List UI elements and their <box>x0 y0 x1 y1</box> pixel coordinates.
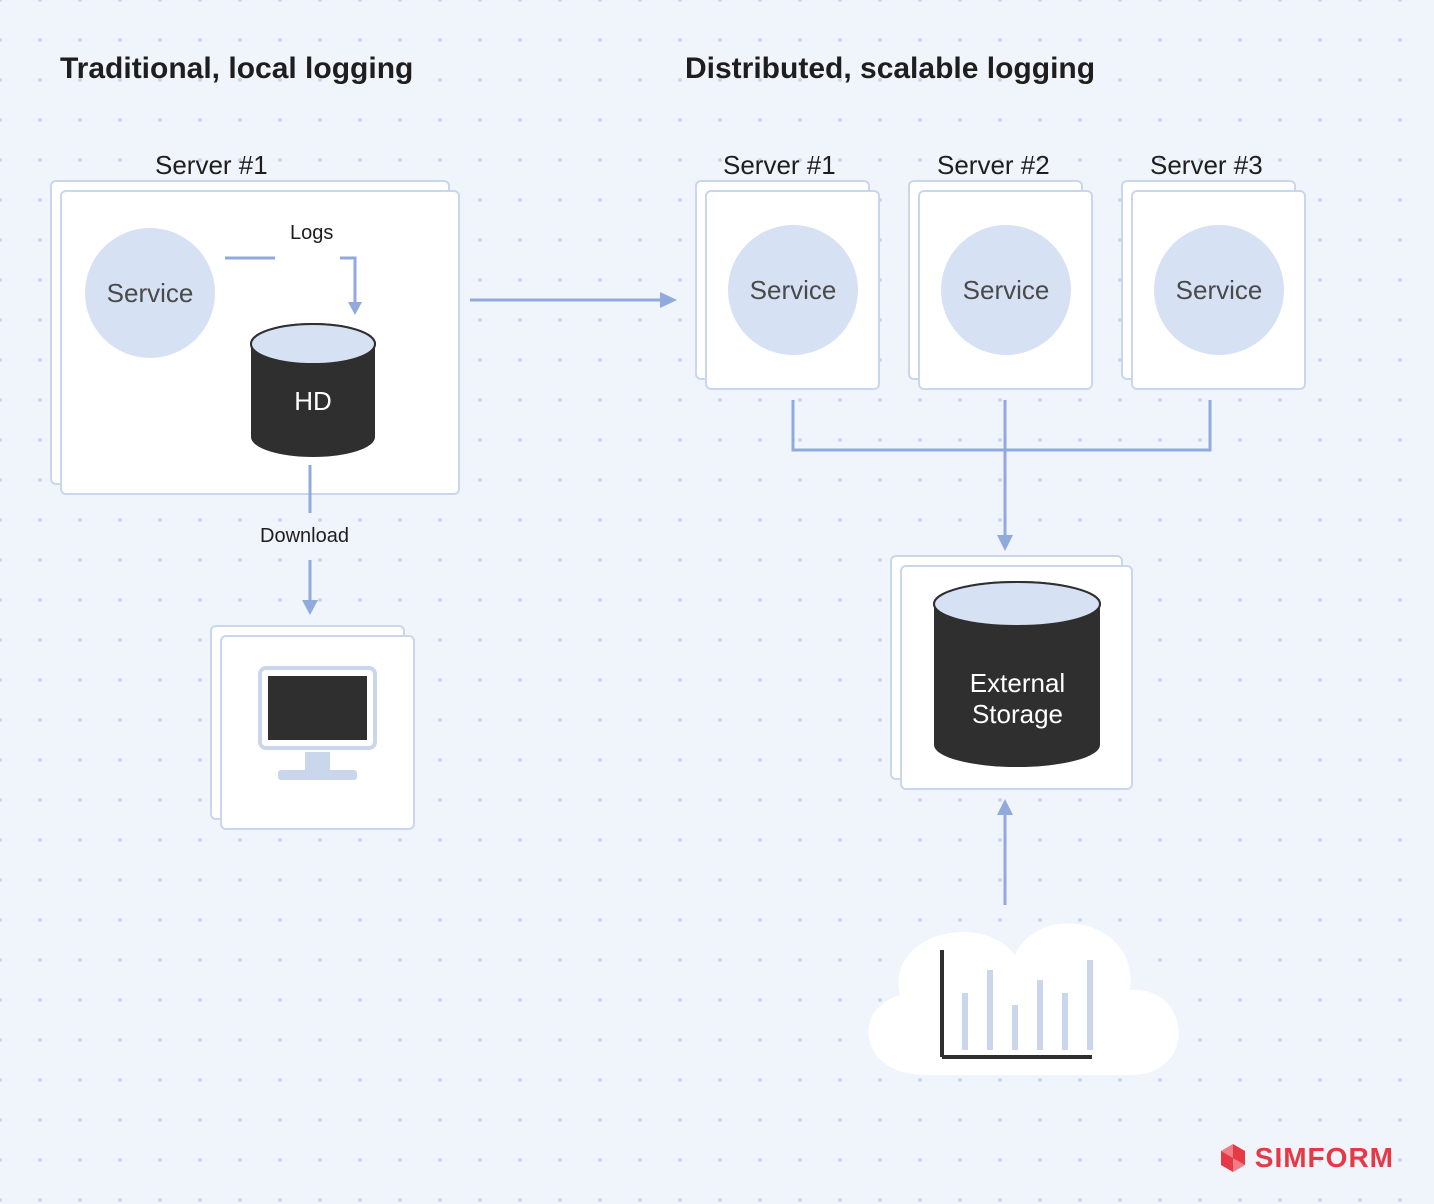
logs-arrow <box>215 230 375 340</box>
chart-icon <box>930 945 1100 1070</box>
service-circle-left: Service <box>85 228 215 358</box>
download-arrow <box>295 465 325 620</box>
server-label-2: Server #2 <box>937 150 1050 181</box>
server-label-3: Server #3 <box>1150 150 1263 181</box>
service-circle-1: Service <box>728 225 858 355</box>
brand-logo: SIMFORM <box>1217 1142 1394 1174</box>
diagram-canvas: Traditional, local logging Server #1 Ser… <box>0 0 1434 1204</box>
converge-arrow <box>750 395 1270 565</box>
hd-cylinder-icon: HD <box>248 322 378 462</box>
service-label-left: Service <box>107 278 194 309</box>
server-label-left: Server #1 <box>155 150 268 181</box>
heading-distributed: Distributed, scalable logging <box>685 52 1095 86</box>
external-storage-label: External Storage <box>930 668 1105 730</box>
heading-traditional: Traditional, local logging <box>60 52 413 86</box>
service-label-2: Service <box>963 275 1050 306</box>
server-label-1: Server #1 <box>723 150 836 181</box>
hd-label: HD <box>294 386 332 416</box>
transition-arrow <box>465 285 685 315</box>
simform-logo-icon <box>1217 1142 1249 1174</box>
service-circle-2: Service <box>941 225 1071 355</box>
brand-text: SIMFORM <box>1255 1142 1394 1174</box>
computer-icon <box>250 660 385 800</box>
service-label-1: Service <box>750 275 837 306</box>
service-circle-3: Service <box>1154 225 1284 355</box>
service-label-3: Service <box>1176 275 1263 306</box>
